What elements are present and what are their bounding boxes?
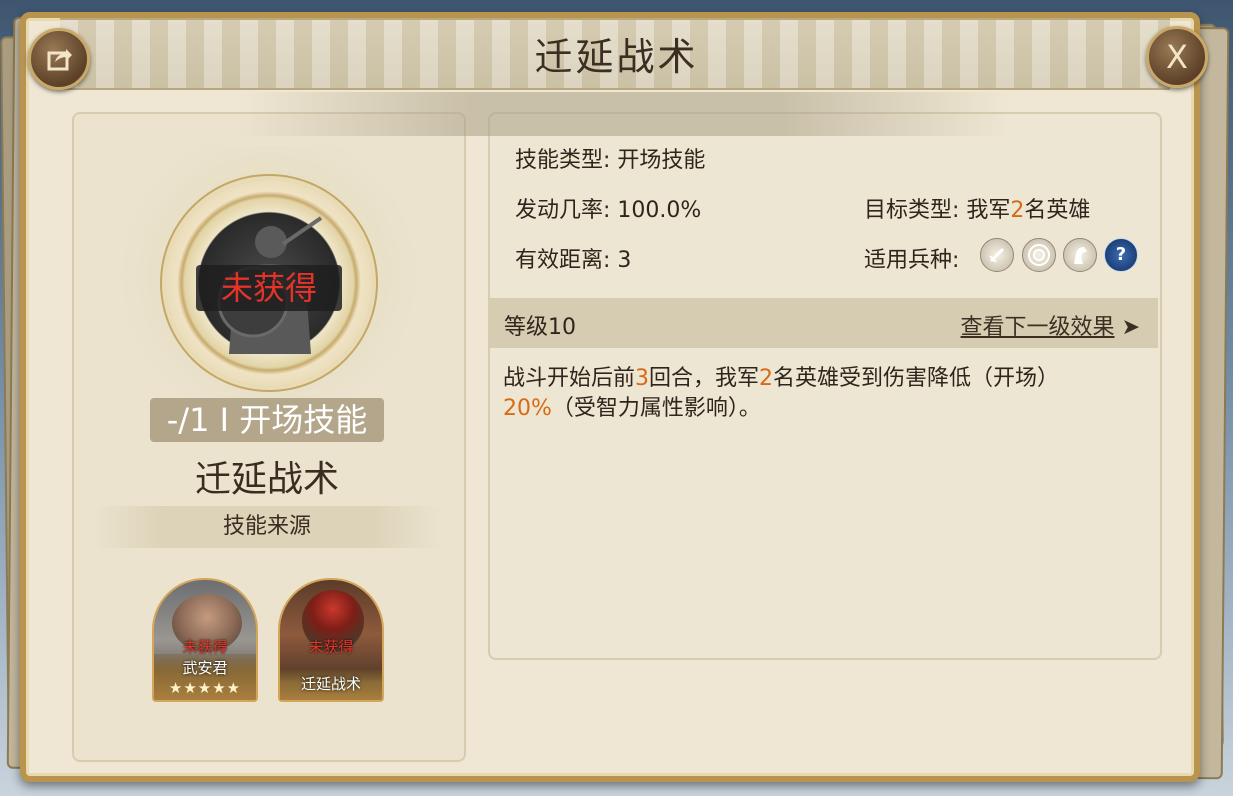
arrow-right-icon: ➤ <box>1121 315 1140 340</box>
desc-value: 20% <box>503 396 552 421</box>
unobtained-badge: 未获得 <box>196 265 342 311</box>
hero-name: 武安君 <box>182 659 228 677</box>
target-count: 2 <box>1010 198 1025 223</box>
skill-source-name: 迁延战术 <box>300 675 361 693</box>
desc-text: 回合，我军 <box>649 366 760 391</box>
skill-level-chip: -/1 I 开场技能 <box>150 398 384 442</box>
skill-source-header: 技能来源 <box>92 506 442 548</box>
skill-type: 技能类型: 开场技能 <box>515 148 706 173</box>
desc-text: （受智力属性影响）。 <box>551 396 761 421</box>
desc-text: 名英雄受到伤害降低（开场） <box>773 366 1060 391</box>
share-icon <box>47 49 72 71</box>
desc-value: 3 <box>635 366 650 391</box>
next-level-link[interactable]: 查看下一级效果 ➤ <box>961 309 1140 341</box>
trigger-rate: 发动几率: 100.0% <box>515 198 702 223</box>
desc-text: 战斗开始后前 <box>503 366 636 391</box>
source-skill-card[interactable]: 未获得 迁延战术 <box>278 578 384 702</box>
unobtained-label: 未获得 <box>308 638 354 656</box>
troop-type-label: 适用兵种: <box>864 248 960 273</box>
dialog-title: 迁延战术 <box>534 35 699 79</box>
source-hero-card[interactable]: 未获得 武安君 ★★★★★ <box>152 578 258 702</box>
effective-range: 有效距离: 3 <box>515 248 632 273</box>
level-bar: 等级10 查看下一级效果 ➤ <box>490 298 1158 348</box>
close-button[interactable]: X <box>1146 26 1208 88</box>
target-type: 目标类型: 我军2名英雄 <box>864 192 1090 224</box>
target-icon[interactable] <box>1022 238 1056 272</box>
header-shade <box>240 92 1010 136</box>
target-pre: 我军 <box>966 198 1011 223</box>
sword-icon[interactable] <box>980 238 1014 272</box>
horse-icon[interactable] <box>1063 238 1097 272</box>
question-icon[interactable]: ? <box>1104 238 1138 272</box>
share-button[interactable] <box>28 28 90 90</box>
star-rating: ★★★★★ <box>168 679 242 697</box>
skill-level: 等级10 <box>504 315 576 340</box>
next-level-text[interactable]: 查看下一级效果 <box>961 315 1115 340</box>
target-label: 目标类型: <box>864 198 967 223</box>
desc-value: 2 <box>759 366 774 391</box>
skill-description: 战斗开始后前3回合，我军2名英雄受到伤害降低（开场） 20%（受智力属性影响）。 <box>503 364 1143 424</box>
skill-name: 迁延战术 <box>194 459 339 500</box>
target-post: 名英雄 <box>1024 198 1091 223</box>
